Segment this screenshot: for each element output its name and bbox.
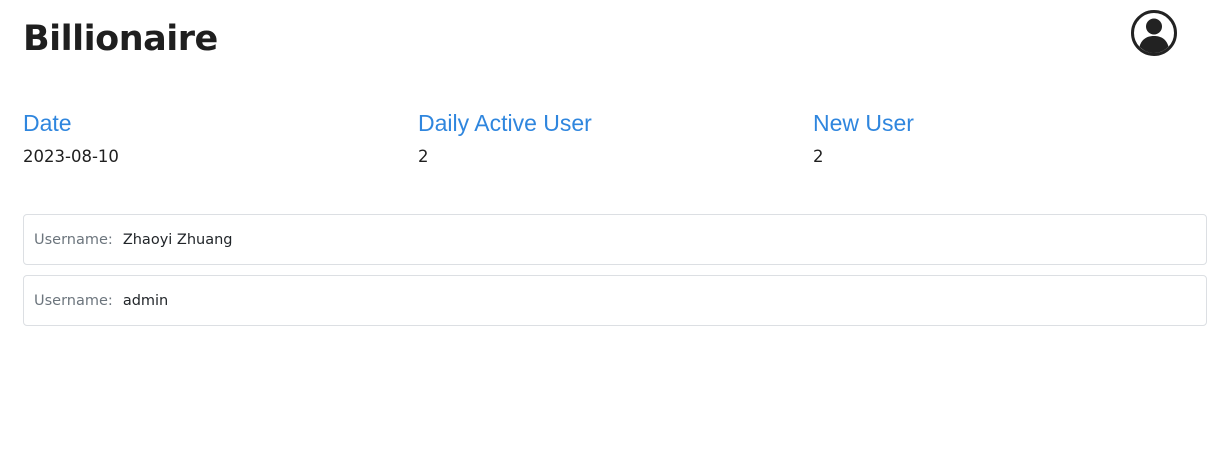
user-circle-icon (1131, 10, 1177, 56)
user-list-item[interactable]: Username: Zhaoyi Zhuang (23, 214, 1207, 265)
stat-label: Daily Active User (418, 110, 592, 136)
stat-value: 2023-08-10 (23, 147, 119, 166)
user-avatar-button[interactable] (1130, 9, 1178, 57)
page: Billionaire Date 2023-08-10 Daily Active… (0, 0, 1227, 464)
stat-label: Date (23, 110, 72, 136)
username-label: Username: (34, 292, 113, 309)
stat-value: 2 (813, 147, 824, 166)
stats-row: Date 2023-08-10 Daily Active User 2 New … (23, 106, 1207, 169)
stat-date: Date 2023-08-10 (23, 106, 418, 169)
user-list: Username: Zhaoyi Zhuang Username: admin (23, 214, 1207, 336)
app-title: Billionaire (23, 19, 218, 59)
stat-label: New User (813, 110, 914, 136)
stat-value: 2 (418, 147, 429, 166)
stat-new-user: New User 2 (813, 106, 1207, 169)
user-list-item[interactable]: Username: admin (23, 275, 1207, 326)
stat-daily-active-user: Daily Active User 2 (418, 106, 813, 169)
username-value: admin (122, 292, 169, 309)
username-value: Zhaoyi Zhuang (122, 231, 233, 248)
username-label: Username: (34, 231, 113, 248)
